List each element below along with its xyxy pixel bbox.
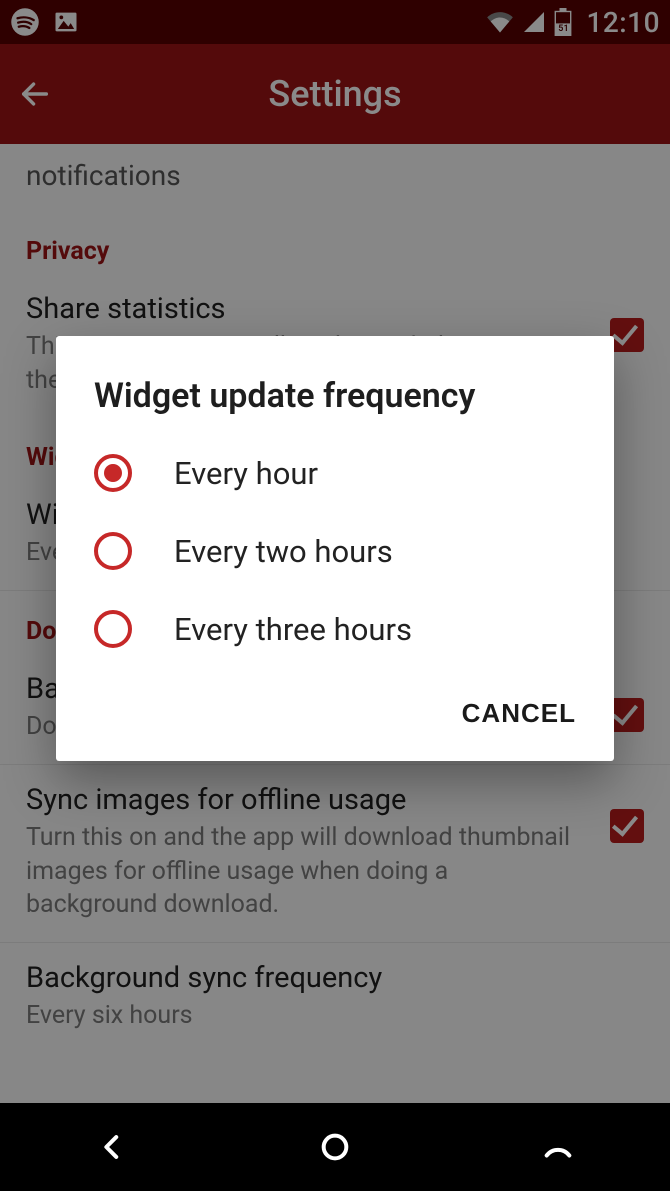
nav-recent-button[interactable] [448,1103,669,1191]
radio-label: Every two hours [174,533,393,570]
screen: Customise how you receive BBC News app n… [0,0,670,1191]
radio-option-every-three-hours[interactable]: Every three hours [56,590,614,668]
radio-option-every-two-hours[interactable]: Every two hours [56,512,614,590]
navigation-bar [0,1103,670,1191]
dialog-title: Widget update frequency [56,336,614,434]
radio-label: Every hour [174,455,318,492]
cancel-button[interactable]: CANCEL [448,688,590,739]
radio-icon [94,532,132,570]
radio-icon [94,454,132,492]
nav-home-button[interactable] [224,1103,445,1191]
radio-label: Every three hours [174,611,412,648]
radio-icon [94,610,132,648]
nav-back-button[interactable] [1,1103,222,1191]
radio-option-every-hour[interactable]: Every hour [56,434,614,512]
dialog-widget-frequency: Widget update frequency Every hour Every… [56,336,614,761]
